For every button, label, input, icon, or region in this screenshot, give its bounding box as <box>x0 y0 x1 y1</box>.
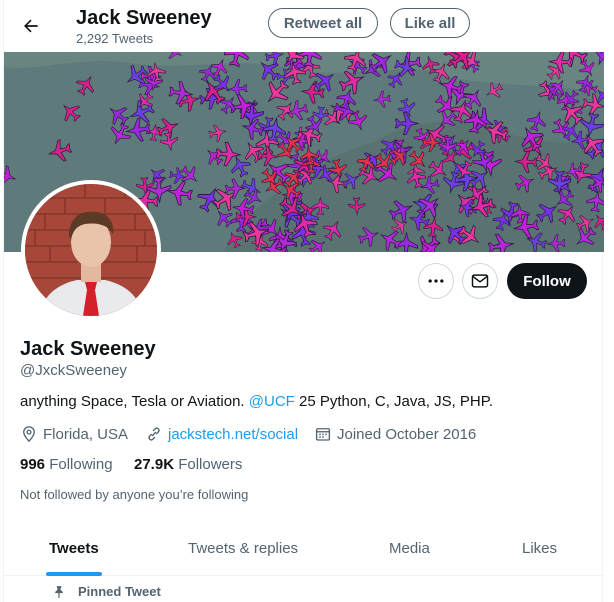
more-options-button[interactable] <box>418 263 454 299</box>
profile-name: Jack Sweeney <box>20 338 156 360</box>
message-button[interactable] <box>462 263 498 299</box>
website-item: jackstech.net/social <box>145 425 298 443</box>
mail-icon <box>471 274 489 288</box>
link-icon <box>148 427 160 441</box>
location-text: Florida, USA <box>43 425 129 443</box>
website-link[interactable]: jackstech.net/social <box>168 426 298 443</box>
tab-media[interactable]: Media <box>389 540 430 557</box>
like-all-button[interactable]: Like all <box>390 8 470 38</box>
followers-stat[interactable]: 27.9K Followers <box>134 456 242 473</box>
follow-button[interactable]: Follow <box>507 263 587 299</box>
joined-text: Joined October 2016 <box>337 425 477 443</box>
following-label: Following <box>49 456 113 473</box>
more-dots-icon <box>428 279 444 283</box>
following-stat[interactable]: 996 Following <box>20 456 113 473</box>
joined-item: Joined October 2016 <box>314 425 476 443</box>
location-pin-icon <box>23 426 35 443</box>
bio-text-end: 25 Python, C, Java, JS, PHP. <box>294 393 493 410</box>
calendar-icon <box>315 428 331 441</box>
tab-tweets[interactable]: Tweets <box>49 540 99 557</box>
pinned-tweet-label: Pinned Tweet <box>52 584 161 599</box>
profile-tabs: Tweets Tweets & replies Media Likes <box>4 526 604 576</box>
retweet-all-button[interactable]: Retweet all <box>268 8 378 38</box>
active-tab-indicator <box>46 572 102 576</box>
following-count: 996 <box>20 456 46 473</box>
header-tweet-count: 2,292 Tweets <box>76 31 154 46</box>
profile-handle: @JxckSweeney <box>20 362 127 379</box>
bio-mention-link[interactable]: @UCF <box>249 393 295 410</box>
profile-avatar[interactable] <box>21 180 161 320</box>
pinned-text: Pinned Tweet <box>78 584 161 599</box>
profile-page: Jack Sweeney 2,292 Tweets Retweet all Li… <box>3 0 604 602</box>
location-item: Florida, USA <box>20 425 128 443</box>
followers-count: 27.9K <box>134 456 175 473</box>
tab-tweets-replies[interactable]: Tweets & replies <box>188 540 298 557</box>
followers-label: Followers <box>178 456 243 473</box>
back-arrow-icon[interactable] <box>18 13 44 39</box>
tab-likes[interactable]: Likes <box>522 540 557 557</box>
bio-text: anything Space, Tesla or Aviation. <box>20 393 249 410</box>
not-followed-notice: Not followed by anyone you’re following <box>20 487 249 502</box>
profile-bio: anything Space, Tesla or Aviation. @UCF … <box>20 393 493 410</box>
profile-header: Jack Sweeney 2,292 Tweets Retweet all Li… <box>4 0 604 52</box>
pin-icon <box>55 585 63 598</box>
header-name: Jack Sweeney <box>76 7 212 29</box>
